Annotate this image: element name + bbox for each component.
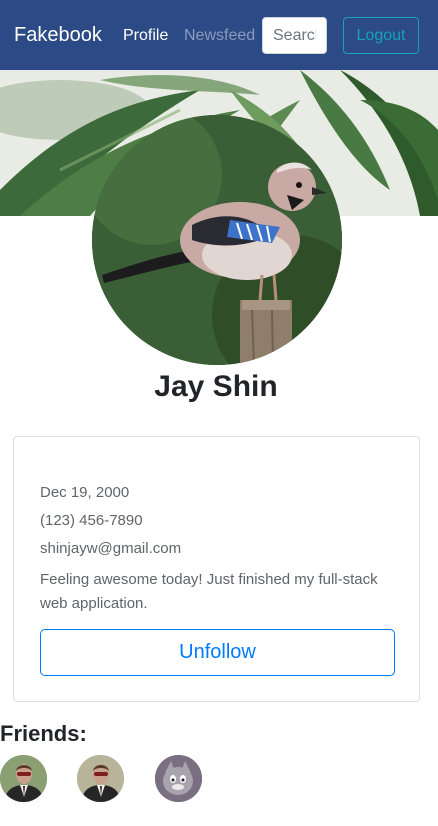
profile-email: shinjayw@gmail.com	[40, 540, 182, 557]
friend-avatar[interactable]	[155, 755, 202, 802]
profile-status: Feeling awesome today! Just finished my …	[40, 571, 378, 612]
nav-link-newsfeed[interactable]: Newsfeed	[184, 27, 255, 45]
profile-phone: (123) 456-7890	[40, 512, 143, 529]
nav-link-profile[interactable]: Profile	[123, 27, 168, 45]
unfollow-button[interactable]: Unfollow	[40, 629, 395, 676]
logout-button[interactable]: Logout	[343, 17, 419, 54]
friend-avatar-image	[155, 755, 202, 802]
friend-avatar-image	[0, 755, 47, 802]
jay-bird-image	[92, 115, 342, 365]
friend-avatar[interactable]	[0, 755, 47, 802]
navbar: Fakebook Profile Newsfeed Logout	[0, 0, 438, 70]
brand-logo[interactable]: Fakebook	[14, 24, 102, 47]
friends-heading: Friends:	[0, 721, 87, 746]
profile-info-card: Dec 19, 2000 (123) 456-7890 shinjayw@gma…	[13, 436, 420, 702]
profile-birthdate: Dec 19, 2000	[40, 484, 130, 501]
friend-avatar-image	[77, 755, 124, 802]
profile-avatar	[92, 115, 342, 365]
search-input[interactable]	[262, 17, 327, 54]
friend-avatar[interactable]	[77, 755, 124, 802]
profile-name: Jay Shin	[154, 370, 278, 403]
